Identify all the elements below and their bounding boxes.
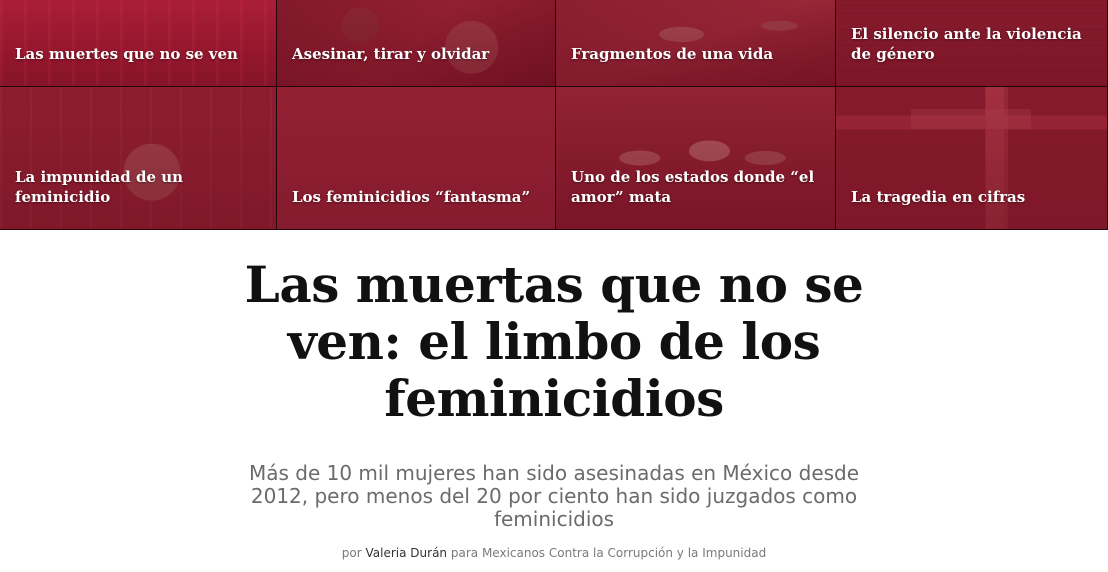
nav-tile-label: La impunidad de un feminicidio [15,168,184,206]
nav-tile-label: Uno de los estados donde “el amor” mata [571,168,815,206]
article-subtitle-wrap: Más de 10 mil mujeres han sido asesinada… [0,462,1108,531]
nav-tile-label: La tragedia en cifras [851,188,1026,206]
nav-tile-las-muertes[interactable]: Las muertes que no se ven [0,0,277,87]
nav-tile-label: Asesinar, tirar y olvidar [292,45,490,63]
byline-prefix: por [341,546,362,560]
article-header: Las muertas que no se ven: el limbo de l… [0,256,1108,427]
nav-tile-fantasma[interactable]: Los feminicidios “fantasma” [277,87,556,230]
nav-tile-estados[interactable]: Uno de los estados donde “el amor” mata [556,87,836,230]
nav-tile-label: Las muertes que no se ven [15,45,238,63]
nav-tile-label: Los feminicidios “fantasma” [292,188,531,206]
article-subtitle: Más de 10 mil mujeres han sido asesinada… [248,461,860,531]
section-nav-grid: Las muertes que no se ven Asesinar, tira… [0,0,1108,230]
byline-author[interactable]: Valeria Durán [366,546,448,560]
nav-tile-impunidad[interactable]: La impunidad de un feminicidio [0,87,277,230]
nav-tile-fragmentos[interactable]: Fragmentos de una vida [556,0,836,87]
nav-tile-cifras[interactable]: La tragedia en cifras [836,87,1108,230]
byline: por Valeria Durán para Mexicanos Contra … [0,546,1108,560]
nav-tile-label: Fragmentos de una vida [571,45,774,63]
nav-tile-silencio[interactable]: El silencio ante la violencia de género [836,0,1108,87]
nav-tile-label: El silencio ante la violencia de género [851,25,1082,63]
article-title: Las muertas que no se ven: el limbo de l… [244,255,864,428]
nav-tile-asesinar[interactable]: Asesinar, tirar y olvidar [277,0,556,87]
byline-suffix: para Mexicanos Contra la Corrupción y la… [450,546,767,560]
